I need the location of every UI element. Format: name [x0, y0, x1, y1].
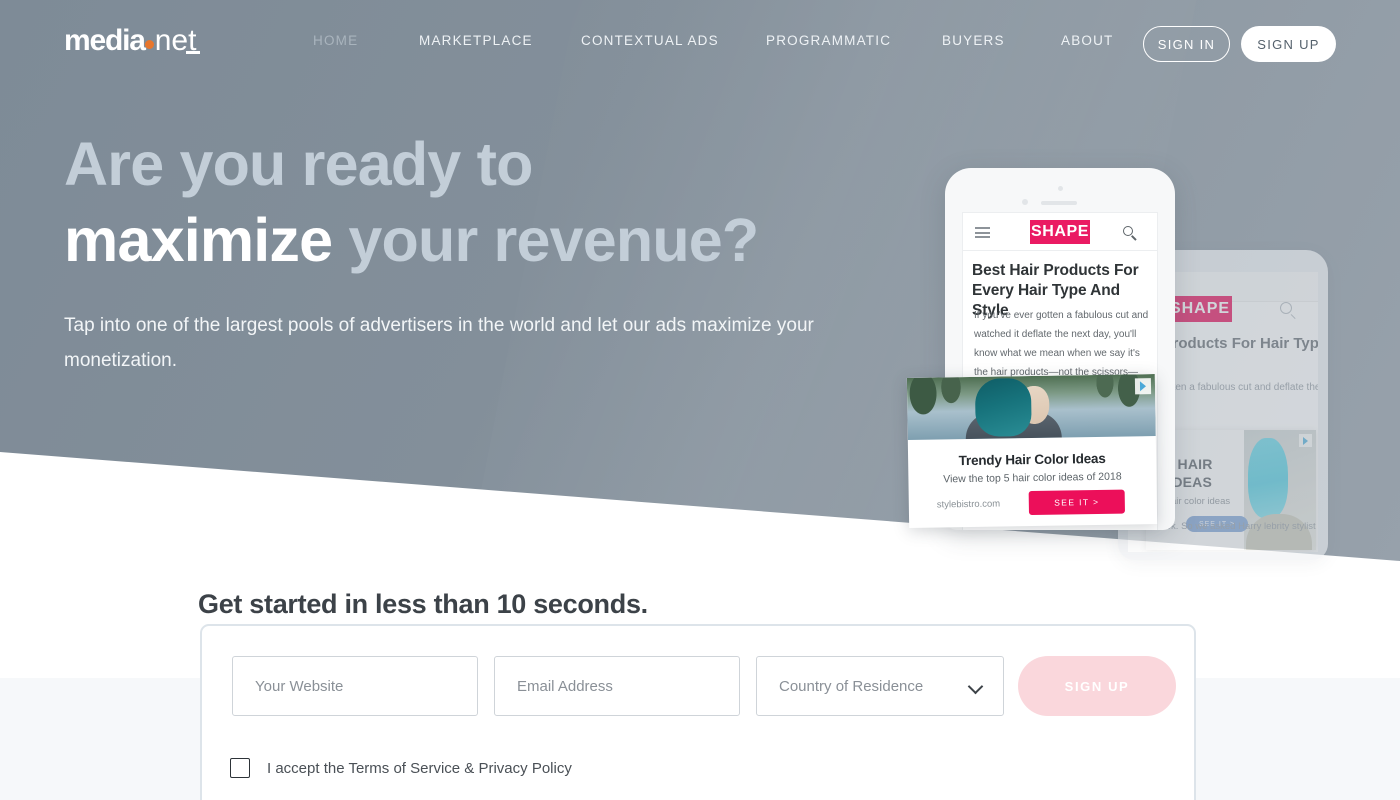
sign-in-button[interactable]: SIGN IN	[1143, 26, 1230, 62]
nav-item-buyers[interactable]: BUYERS	[942, 33, 1005, 48]
country-select-label: Country of Residence	[779, 677, 924, 695]
ad-image-teal-hair	[974, 378, 1032, 437]
hamburger-menu-icon	[975, 227, 990, 238]
background-phone-ad-hair-shape	[1248, 438, 1288, 518]
hero-subcopy: Tap into one of the largest pools of adv…	[64, 315, 814, 371]
nav-item-contextual-ads[interactable]: CONTEXTUAL ADS	[581, 33, 719, 48]
chevron-down-icon	[967, 678, 984, 695]
native-ad-card: Trendy Hair Color Ideas View the top 5 h…	[906, 374, 1158, 528]
form-sign-up-button[interactable]: SIGN UP	[1018, 656, 1176, 716]
logo-text-media: media	[64, 24, 146, 57]
landing-page: media net HOME MARKETPLACE CONTEXTUAL ADS…	[0, 0, 1400, 800]
terms-acceptance-row: I accept the Terms of Service & Privacy …	[230, 758, 572, 778]
phone-speaker-grille	[1041, 201, 1077, 205]
phone-sensor-icon	[1022, 199, 1028, 205]
background-phone-site-logo: SHAPE	[1168, 296, 1232, 322]
ad-hero-image	[906, 374, 1156, 440]
signup-form-card: Your Website Email Address Country of Re…	[200, 624, 1196, 800]
nav-item-home[interactable]: HOME	[313, 33, 358, 48]
email-input[interactable]: Email Address	[494, 656, 740, 716]
logo-dot-icon	[144, 40, 154, 49]
background-phone-adchoices-icon	[1299, 434, 1312, 447]
website-input[interactable]: Your Website	[232, 656, 478, 716]
phone-search-icon	[1123, 226, 1133, 236]
terms-label: I accept the Terms of Service & Privacy …	[267, 759, 572, 777]
nav-item-programmatic[interactable]: PROGRAMMATIC	[766, 33, 891, 48]
terms-checkbox[interactable]	[230, 758, 250, 778]
hero-headline: Are you ready to maximize your revenue?	[64, 126, 894, 278]
phone-camera-icon	[1058, 186, 1063, 191]
ad-domain: stylebistro.com	[936, 498, 1001, 511]
country-select[interactable]: Country of Residence	[756, 656, 1004, 716]
top-navigation-bar: media net HOME MARKETPLACE CONTEXTUAL ADS…	[0, 0, 1400, 88]
background-phone-search-icon	[1280, 302, 1292, 314]
headline-line-2-rest: your revenue?	[348, 206, 759, 274]
phone-site-logo: SHAPE	[1030, 220, 1090, 244]
nav-item-about[interactable]: ABOUT	[1061, 33, 1114, 48]
headline-emphasis-maximize: maximize	[64, 206, 333, 274]
signup-section-title: Get started in less than 10 seconds.	[198, 589, 648, 619]
sign-up-button[interactable]: SIGN UP	[1241, 26, 1336, 62]
medianet-logo[interactable]: media net	[64, 24, 200, 58]
ad-title: Trendy Hair Color Ideas	[958, 450, 1106, 469]
headline-line-1: Are you ready to	[64, 130, 533, 198]
nav-item-marketplace[interactable]: MARKETPLACE	[419, 33, 533, 48]
ad-subtitle: View the top 5 hair color ideas of 2018	[943, 470, 1122, 486]
ad-cta-button[interactable]: SEE IT >	[1028, 489, 1125, 516]
logo-underscore-decoration	[186, 51, 200, 54]
adchoices-icon[interactable]	[1134, 378, 1152, 395]
